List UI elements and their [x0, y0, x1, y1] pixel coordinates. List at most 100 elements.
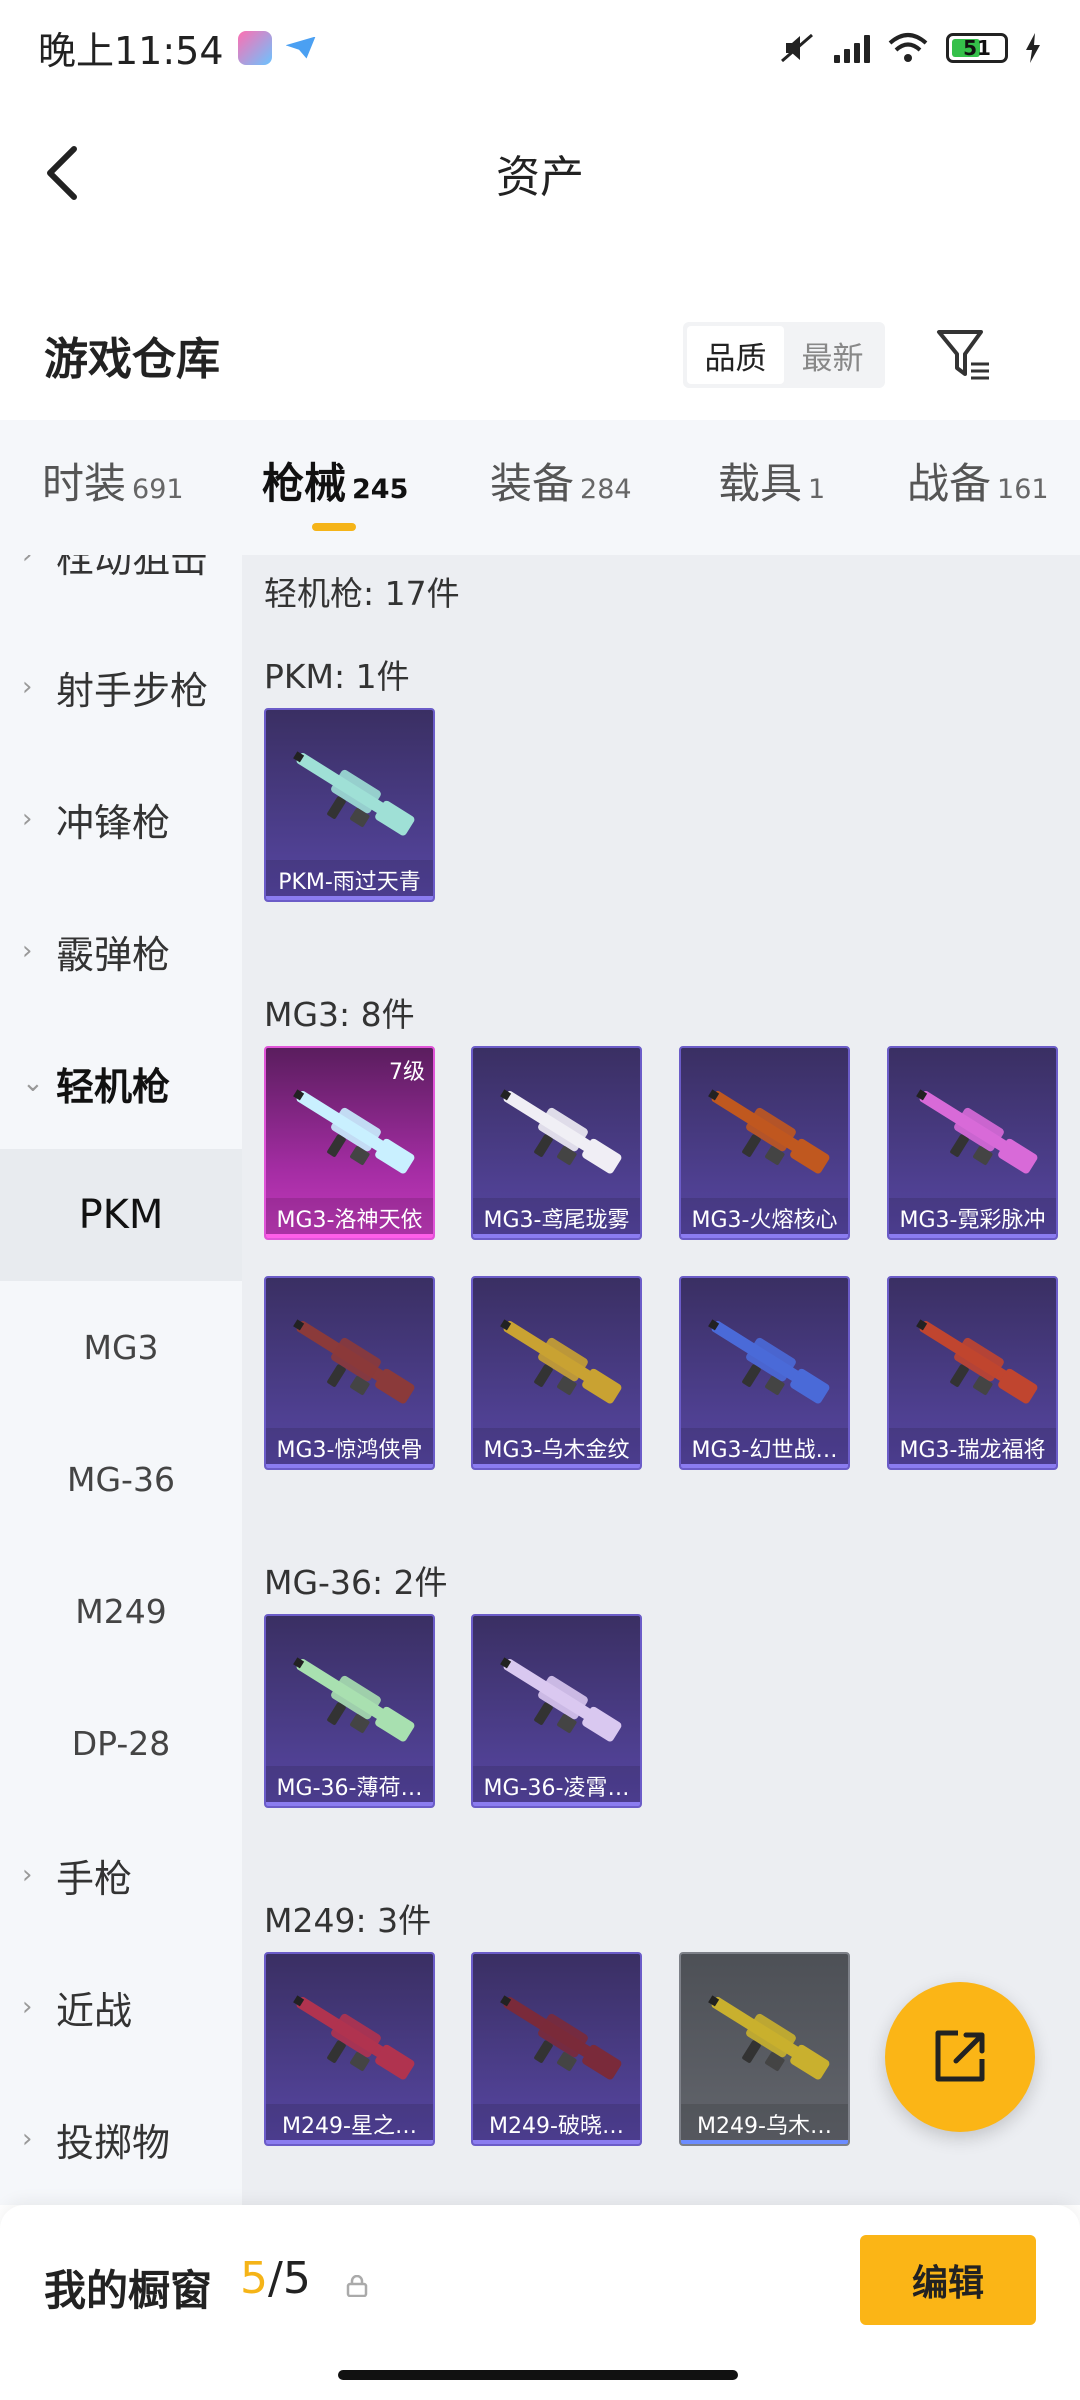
weapon-name: MG3-霓彩脉冲 [889, 1198, 1056, 1238]
weapon-name: M249-星之… [266, 2104, 433, 2144]
tab-fashion[interactable]: 时装 691 [42, 450, 184, 511]
weapon-name: MG3-鸢尾珑雾 [473, 1198, 640, 1238]
tab-equipment[interactable]: 装备 284 [490, 450, 632, 511]
sidebar-item-melee[interactable]: › 近战 [0, 1941, 242, 2073]
chevron-right-icon: › [22, 936, 33, 966]
weapon-skin-card[interactable]: MG3-幻世战… [679, 1276, 850, 1470]
weapon-name: PKM-雨过天青 [266, 860, 433, 900]
app-notification-icon [237, 30, 272, 65]
home-indicator [338, 2370, 738, 2380]
active-tab-indicator [312, 523, 356, 531]
tab-vehicles[interactable]: 载具 1 [718, 450, 825, 511]
tab-firearms[interactable]: 枪械 245 [262, 450, 408, 511]
rarity-bar [473, 2140, 640, 2144]
weapon-name: MG-36-凌霄… [473, 1766, 640, 1806]
showcase-bar: 我的橱窗 5/5 编辑 [0, 2205, 1080, 2400]
group-title: M249: 3件 [264, 1901, 432, 1940]
weapon-name: MG3-洛神天依 [266, 1198, 433, 1238]
mute-icon [781, 33, 813, 62]
warehouse-row: 游戏仓库 品质 最新 [0, 300, 1080, 410]
weapon-skin-card[interactable]: MG-36-凌霄… [471, 1614, 642, 1808]
rarity-bar [266, 1234, 433, 1238]
sidebar-item-bolt-sniper[interactable]: › 栓动狙击 [0, 555, 242, 621]
sidebar-sub-mg3[interactable]: MG3 [0, 1281, 242, 1413]
weapon-name: MG3-火熔核心 [681, 1198, 848, 1238]
rarity-bar [266, 1464, 433, 1468]
gun-icon [500, 1995, 622, 2080]
gun-icon [708, 1089, 830, 1174]
rarity-bar [681, 1464, 848, 1468]
header: 资产 [0, 95, 1080, 250]
rarity-bar [266, 1802, 433, 1806]
chevron-right-icon: › [22, 804, 33, 834]
share-icon [935, 2030, 985, 2082]
weapon-skin-card[interactable]: M249-星之… [264, 1952, 435, 2146]
weapon-skin-card[interactable]: PKM-雨过天青 [264, 708, 435, 902]
weapon-skin-card[interactable]: MG3-瑞龙福将 [887, 1276, 1058, 1470]
weapon-name: MG-36-薄荷… [266, 1766, 433, 1806]
sort-toggle: 品质 最新 [683, 322, 885, 388]
edit-button[interactable]: 编辑 [860, 2235, 1036, 2325]
back-arrow-icon[interactable] [42, 145, 88, 201]
group-title: MG3: 8件 [264, 995, 415, 1034]
weapon-category-sidebar: › 栓动狙击 › 射手步枪 › 冲锋枪 › 霰弹枪 ⌄ 轻机枪 PKM MG3 MG-36… [0, 555, 242, 2205]
sort-newest-button[interactable]: 最新 [784, 326, 881, 384]
gun-icon [500, 1319, 622, 1404]
signal-icon [834, 33, 870, 63]
gun-icon [500, 1089, 622, 1174]
weapon-name: MG3-乌木金纹 [473, 1428, 640, 1468]
gun-icon [293, 1657, 415, 1742]
share-button[interactable] [885, 1982, 1035, 2132]
chevron-right-icon: › [22, 1992, 33, 2022]
tab-supplies[interactable]: 战备 161 [907, 450, 1049, 511]
level-badge: 7级 [389, 1060, 425, 1085]
sort-quality-button[interactable]: 品质 [687, 326, 784, 384]
chevron-down-icon: ⌄ [22, 1068, 44, 1098]
weapon-skin-card[interactable]: 7级 MG3-洛神天依 [264, 1046, 435, 1240]
warehouse-title: 游戏仓库 [44, 334, 220, 385]
gun-icon [293, 1995, 415, 2080]
page-title: 资产 [496, 151, 584, 203]
weapon-skin-card[interactable]: MG3-火熔核心 [679, 1046, 850, 1240]
item-grid: 轻机枪: 17件 PKM: 1件 PKM-雨过天青 MG3: 8件 7级 MG3-洛神天… [242, 555, 1080, 2205]
weapon-skin-card[interactable]: MG-36-薄荷… [264, 1614, 435, 1808]
sidebar-sub-m249[interactable]: M249 [0, 1545, 242, 1677]
sidebar-item-smg[interactable]: › 冲锋枪 [0, 753, 242, 885]
battery-icon: 51 [946, 32, 1008, 63]
gun-icon [293, 751, 415, 836]
weapon-skin-card[interactable]: MG3-乌木金纹 [471, 1276, 642, 1470]
gun-icon [916, 1089, 1038, 1174]
sidebar-item-marksman[interactable]: › 射手步枪 [0, 621, 242, 753]
sidebar-sub-dp28[interactable]: DP-28 [0, 1677, 242, 1809]
rarity-bar [266, 2140, 433, 2144]
weapon-name: MG3-惊鸿侠骨 [266, 1428, 433, 1468]
weapon-skin-card[interactable]: MG3-惊鸿侠骨 [264, 1276, 435, 1470]
weapon-name: MG3-瑞龙福将 [889, 1428, 1056, 1468]
rarity-bar [473, 1802, 640, 1806]
category-tabs: 时装 691 枪械 245 装备 284 载具 1 战备 161 [0, 420, 1080, 555]
rarity-bar [266, 896, 433, 900]
weapon-skin-card[interactable]: M249-乌木… [679, 1952, 850, 2146]
rarity-bar [473, 1234, 640, 1238]
sidebar-item-shotgun[interactable]: › 霰弹枪 [0, 885, 242, 1017]
weapon-skin-card[interactable]: MG3-鸢尾珑雾 [471, 1046, 642, 1240]
weapon-skin-card[interactable]: MG3-霓彩脉冲 [887, 1046, 1058, 1240]
weapon-skin-card[interactable]: M249-破晓… [471, 1952, 642, 2146]
rarity-bar [681, 1234, 848, 1238]
chevron-right-icon: › [22, 2124, 33, 2154]
weapon-name: M249-破晓… [473, 2104, 640, 2144]
sidebar-sub-mg36[interactable]: MG-36 [0, 1413, 242, 1545]
wifi-icon [888, 32, 928, 62]
group-title: MG-36: 2件 [264, 1563, 448, 1602]
filter-icon[interactable] [935, 326, 993, 384]
showcase-title: 我的橱窗 [44, 2266, 213, 2315]
weapon-name: MG3-幻世战… [681, 1428, 848, 1468]
gun-icon [500, 1657, 622, 1742]
sidebar-item-pistol[interactable]: › 手枪 [0, 1809, 242, 1941]
sidebar-item-throwable[interactable]: › 投掷物 [0, 2073, 242, 2205]
gun-icon [708, 1319, 830, 1404]
sidebar-sub-pkm[interactable]: PKM [0, 1149, 242, 1281]
showcase-count: 5/5 [240, 2253, 311, 2304]
gun-icon [293, 1319, 415, 1404]
sidebar-item-lmg[interactable]: ⌄ 轻机枪 [0, 1017, 242, 1149]
